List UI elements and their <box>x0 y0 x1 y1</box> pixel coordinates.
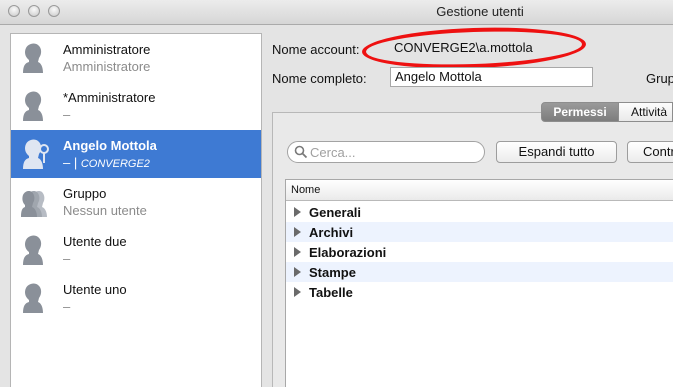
tree-row-label: Elaborazioni <box>309 245 387 260</box>
minimize-window-button[interactable] <box>28 5 40 17</box>
user-item-amministratore[interactable]: Amministratore Amministratore <box>11 34 261 82</box>
user-icon <box>23 283 43 313</box>
tree-row-stampe[interactable]: Stampe <box>286 262 673 282</box>
tree-row-tabelle[interactable]: Tabelle <box>286 282 673 302</box>
permissions-tree[interactable]: Nome Generali Archivi Elaborazioni Stamp… <box>285 179 673 387</box>
disclosure-triangle-icon[interactable] <box>294 227 301 237</box>
user-name: *Amministratore <box>63 90 156 105</box>
user-name: Utente uno <box>63 282 127 297</box>
user-admin-icon <box>23 139 49 169</box>
user-subtitle: Nessun utente <box>63 203 147 218</box>
user-item-angelo-mottola[interactable]: Angelo Mottola – | CONVERGE2 <box>11 130 261 178</box>
account-label: Nome account: <box>272 42 360 57</box>
tab-attivita[interactable]: Attività <box>619 102 673 122</box>
group-icon <box>21 191 47 217</box>
expand-all-button[interactable]: Espandi tutto <box>496 141 617 163</box>
tree-row-label: Archivi <box>309 225 354 240</box>
user-icon <box>23 235 43 265</box>
window-title: Gestione utenti <box>436 4 524 19</box>
column-header-nome[interactable]: Nome <box>286 180 673 201</box>
tree-row-archivi[interactable]: Archivi <box>286 222 673 242</box>
disclosure-triangle-icon[interactable] <box>294 207 301 217</box>
user-icon <box>23 43 43 73</box>
user-icon <box>23 91 43 121</box>
tree-row-elaborazioni[interactable]: Elaborazioni <box>286 242 673 262</box>
disclosure-triangle-icon[interactable] <box>294 287 301 297</box>
search-icon <box>294 145 308 159</box>
user-list[interactable]: Amministratore Amministratore *Amministr… <box>10 33 262 387</box>
user-name: Gruppo <box>63 186 107 201</box>
user-subtitle: Amministratore <box>63 59 151 74</box>
tree-row-label: Stampe <box>309 265 356 280</box>
annotation-ellipse <box>361 24 587 72</box>
tree-row-generali[interactable]: Generali <box>286 202 673 222</box>
title-bar: Gestione utenti <box>0 0 673 25</box>
user-subtitle: – <box>63 251 71 266</box>
user-name: Amministratore <box>63 42 151 57</box>
user-subtitle: – | CONVERGE2 <box>63 155 150 170</box>
user-item-star-amministratore[interactable]: *Amministratore – <box>11 82 261 130</box>
tree-row-label: Generali <box>309 205 362 220</box>
user-item-gruppo[interactable]: Gruppo Nessun utente <box>11 178 261 226</box>
tab-permessi[interactable]: Permessi <box>541 102 619 122</box>
zoom-window-button[interactable] <box>48 5 60 17</box>
user-subtitle: – <box>63 107 71 122</box>
user-name: Utente due <box>63 234 127 249</box>
user-subtitle-prefix: – | <box>63 155 78 170</box>
collapse-all-button[interactable]: Contr <box>627 141 673 163</box>
user-domain: CONVERGE2 <box>80 158 150 170</box>
disclosure-triangle-icon[interactable] <box>294 247 301 257</box>
close-window-button[interactable] <box>8 5 20 17</box>
fullname-label: Nome completo: <box>272 71 367 86</box>
search-input[interactable] <box>310 144 478 160</box>
user-item-utente-uno[interactable]: Utente uno – <box>11 274 261 322</box>
disclosure-triangle-icon[interactable] <box>294 267 301 277</box>
group-label: Grup <box>646 71 673 86</box>
fullname-field[interactable]: Angelo Mottola <box>390 67 593 87</box>
user-subtitle: – <box>63 299 71 314</box>
search-field[interactable] <box>287 141 485 163</box>
tree-row-label: Tabelle <box>309 285 353 300</box>
user-name: Angelo Mottola <box>63 138 157 153</box>
user-item-utente-due[interactable]: Utente due – <box>11 226 261 274</box>
